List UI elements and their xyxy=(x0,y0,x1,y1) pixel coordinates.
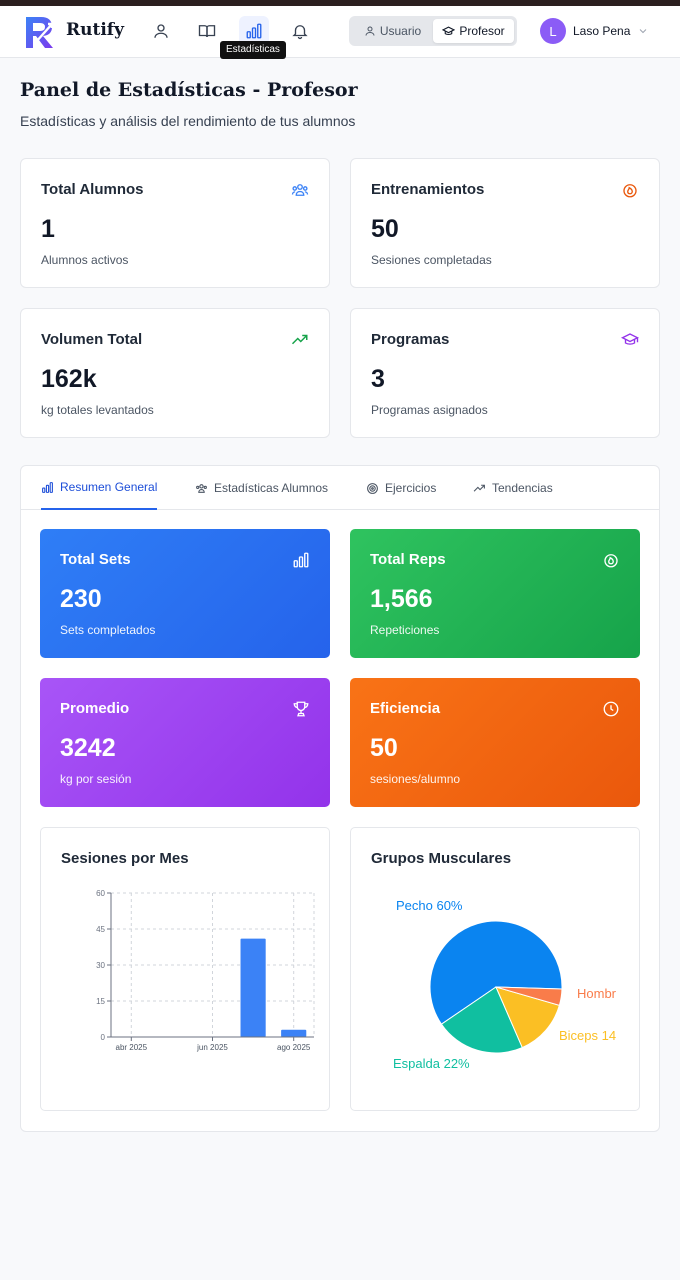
page-title: Panel de Estadísticas - Profesor xyxy=(20,79,358,101)
user-icon xyxy=(154,24,168,38)
stat-value: 3 xyxy=(371,365,385,393)
role-user-label: Usuario xyxy=(379,24,422,38)
tab-bar: Resumen General Estadísticas Alumnos Eje… xyxy=(21,466,659,510)
summary-value: 3242 xyxy=(60,734,116,762)
summary-card-total-sets: Total Sets 230 Sets completados xyxy=(40,529,330,658)
bar-chart-icon xyxy=(293,552,309,568)
users-icon xyxy=(196,483,207,493)
stat-card-programs: Programas 3 Programas asignados xyxy=(350,308,660,438)
chart-title: Sesiones por Mes xyxy=(61,850,189,867)
pie-slice-label: Pecho 60% xyxy=(396,898,463,913)
pie-slice-label: Hombr xyxy=(577,986,617,1001)
sessions-bar-chart: 0 15 30 45 60 abr 2025 jun 2025 ago 2025 xyxy=(96,889,315,1052)
tab-student-statistics[interactable]: Estadísticas Alumnos xyxy=(195,466,328,510)
summary-title: Eficiencia xyxy=(370,700,441,717)
summary-value: 50 xyxy=(370,734,398,762)
trophy-icon xyxy=(293,701,309,717)
stat-title: Volumen Total xyxy=(41,331,143,348)
summary-description: Repeticiones xyxy=(370,623,440,637)
stat-description: Sesiones completadas xyxy=(371,253,492,267)
summary-value: 1,566 xyxy=(370,585,433,613)
pie-slice-label: Biceps 14 xyxy=(559,1028,616,1043)
muscle-groups-pie-chart: Pecho 60% Espalda 22% Biceps 14 Hombr xyxy=(393,898,617,1071)
summary-description: kg por sesión xyxy=(60,772,132,786)
user-menu[interactable]: L Laso Pena xyxy=(540,18,649,44)
summary-card-average: Promedio 3242 kg por sesión xyxy=(40,678,330,807)
summary-value: 230 xyxy=(60,585,102,613)
tab-trends[interactable]: Tendencias xyxy=(473,466,553,510)
bar-chart-icon xyxy=(42,481,53,493)
y-tick-label: 60 xyxy=(96,889,105,898)
bar[interactable] xyxy=(281,1029,307,1037)
tab-label: Ejercicios xyxy=(385,481,437,495)
flame-icon xyxy=(604,554,618,568)
tab-label: Resumen General xyxy=(60,480,158,494)
summary-title: Promedio xyxy=(60,700,130,717)
summary-title: Total Sets xyxy=(60,551,131,568)
tab-general-summary[interactable]: Resumen General xyxy=(41,466,158,510)
navbar: Rutify Estadísticas Usuario Profesor L L… xyxy=(0,6,680,59)
user-name: Laso Pena xyxy=(573,24,631,38)
brand-name: Rutify xyxy=(66,20,124,40)
chart-title: Grupos Musculares xyxy=(371,850,512,867)
tab-label: Tendencias xyxy=(492,481,553,495)
stat-value: 50 xyxy=(371,215,399,243)
stat-description: Alumnos activos xyxy=(41,253,129,267)
book-open-icon xyxy=(198,25,216,38)
role-user-button[interactable]: Usuario xyxy=(352,19,433,43)
x-tick-label: abr 2025 xyxy=(116,1043,148,1052)
flame-icon xyxy=(623,184,637,198)
bell-icon xyxy=(292,25,308,40)
role-teacher-label: Profesor xyxy=(459,24,505,38)
y-tick-label: 15 xyxy=(96,997,105,1006)
nav-profile-button[interactable] xyxy=(146,16,176,46)
summary-title: Total Reps xyxy=(370,551,446,568)
summary-card-total-reps: Total Reps 1,566 Repeticiones xyxy=(350,529,640,658)
graduation-cap-icon xyxy=(442,26,456,35)
y-tick-label: 45 xyxy=(96,925,105,934)
trending-up-icon xyxy=(473,484,485,492)
user-icon xyxy=(365,26,375,36)
tab-exercises[interactable]: Ejercicios xyxy=(366,466,436,510)
bar[interactable] xyxy=(240,938,266,1037)
stat-card-total-students: Total Alumnos 1 Alumnos activos xyxy=(20,158,330,288)
statistics-tooltip: Estadísticas xyxy=(220,41,286,59)
stat-title: Entrenamientos xyxy=(371,181,485,198)
avatar: L xyxy=(540,18,566,44)
trending-up-icon xyxy=(291,334,308,345)
stat-title: Programas xyxy=(371,331,450,348)
x-tick-label: jun 2025 xyxy=(196,1043,228,1052)
statistics-panel: Resumen General Estadísticas Alumnos Eje… xyxy=(20,465,660,1132)
stat-value: 1 xyxy=(41,215,55,243)
chart-card-sessions: Sesiones por Mes 0 15 30 45 60 abr 2025 jun 20… xyxy=(40,827,330,1111)
role-teacher-button[interactable]: Profesor xyxy=(433,19,514,43)
nav-programs-button[interactable] xyxy=(192,16,222,46)
stat-card-trainings: Entrenamientos 50 Sesiones completadas xyxy=(350,158,660,288)
y-tick-label: 30 xyxy=(96,961,105,970)
tab-label: Estadísticas Alumnos xyxy=(214,481,329,495)
clock-icon xyxy=(603,701,619,717)
bar-chart-icon xyxy=(246,23,262,39)
page-subtitle: Estadísticas y análisis del rendimiento … xyxy=(20,113,356,129)
nav-notifications-button[interactable] xyxy=(285,16,315,46)
summary-card-efficiency: Eficiencia 50 sesiones/alumno xyxy=(350,678,640,807)
stat-title: Total Alumnos xyxy=(41,181,144,198)
stat-card-total-volume: Volumen Total 162k kg totales levantados xyxy=(20,308,330,438)
users-icon xyxy=(291,184,309,196)
stat-description: Programas asignados xyxy=(371,403,488,417)
y-tick-label: 0 xyxy=(101,1033,106,1042)
rutify-logo[interactable] xyxy=(22,14,58,50)
graduation-cap-icon xyxy=(621,333,639,345)
stat-value: 162k xyxy=(41,365,97,393)
chevron-down-icon xyxy=(640,29,647,34)
stat-description: kg totales levantados xyxy=(41,403,154,417)
pie-slice-label: Espalda 22% xyxy=(393,1056,470,1071)
role-switch: Usuario Profesor xyxy=(349,16,517,46)
chart-card-muscle-groups: Grupos Musculares Pecho 60% Espalda 22% Bi… xyxy=(350,827,640,1111)
x-tick-label: ago 2025 xyxy=(277,1043,311,1052)
summary-description: Sets completados xyxy=(60,623,156,637)
summary-description: sesiones/alumno xyxy=(370,772,461,786)
target-icon xyxy=(367,482,378,494)
